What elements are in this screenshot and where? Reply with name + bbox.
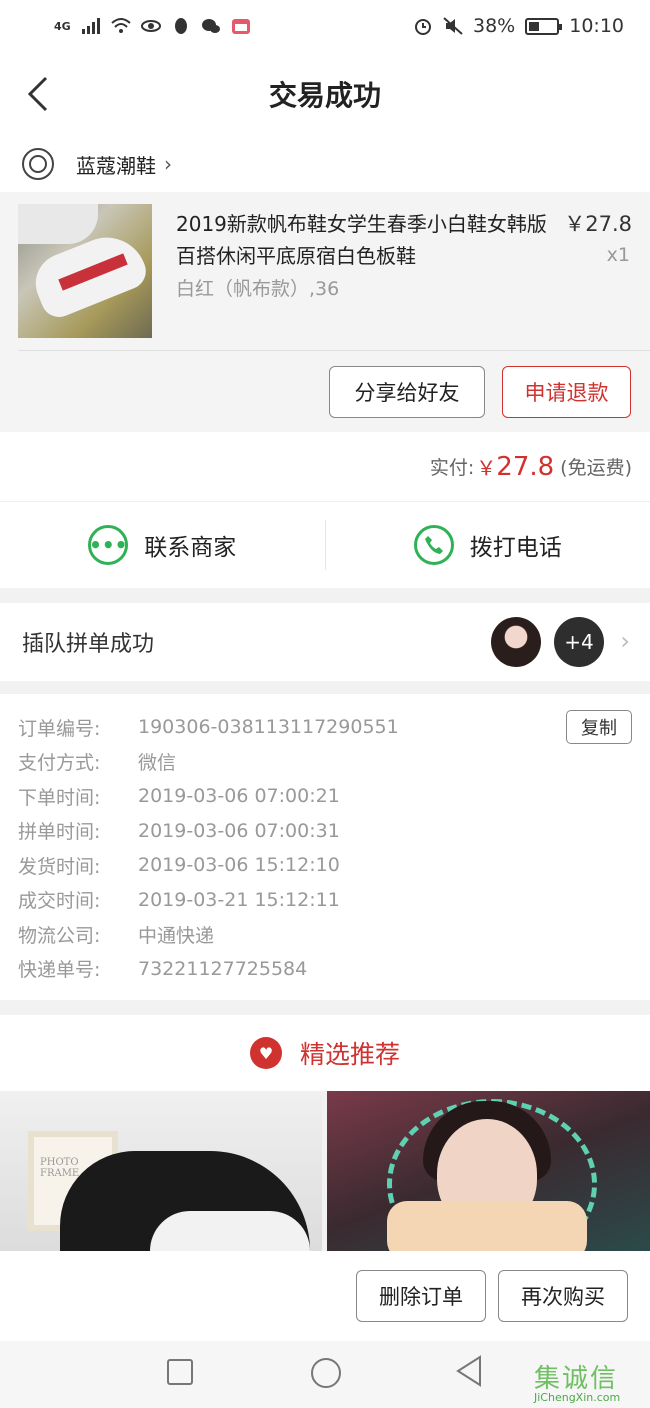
detail-label: 拼单时间: — [18, 821, 101, 844]
product-sku: 白红（帆布款）,36 — [176, 278, 340, 300]
detail-row: 下单时间: 2019-03-06 07:00:21 — [18, 779, 632, 814]
home-icon[interactable] — [311, 1358, 341, 1388]
contact-merchant-button[interactable]: ••• 联系商家 — [0, 502, 325, 588]
refund-button[interactable]: 申请退款 — [502, 366, 631, 418]
status-right: 38% 10:10 — [413, 15, 624, 37]
product-title: 2019新款帆布鞋女学生春季小白鞋女韩版百搭休闲平底原宿白色板鞋 — [176, 212, 547, 268]
payment-summary: 实付: ￥ 27.8 (免运费) — [0, 432, 650, 502]
signal-label: 4G — [54, 19, 71, 33]
buy-again-button[interactable]: 再次购买 — [498, 1270, 628, 1322]
recommend-title: 精选推荐 — [299, 1040, 400, 1069]
alarm-icon — [415, 19, 431, 35]
product-price: ￥27.8 — [564, 212, 632, 236]
group-buy-label: 插队拼单成功 — [22, 632, 155, 657]
copy-button[interactable]: 复制 — [566, 710, 632, 744]
heart-icon: ♥ — [249, 1037, 282, 1069]
contact-merchant-label: 联系商家 — [144, 535, 237, 561]
battery-level — [529, 21, 540, 31]
chevron-right-icon: › — [620, 627, 630, 655]
detail-row: 支付方式: 微信 — [18, 745, 632, 780]
ship-time: 2019-03-06 15:12:10 — [138, 854, 340, 877]
detail-row: 拼单时间: 2019-03-06 07:00:31 — [18, 814, 632, 849]
chevron-right-icon: › — [164, 152, 172, 176]
status-time: 10:10 — [569, 15, 624, 37]
detail-row: 成交时间: 2019-03-21 15:12:11 — [18, 883, 632, 918]
wifi-icon — [111, 18, 131, 33]
shipping-note: (免运费) — [560, 457, 632, 479]
avatar — [491, 617, 541, 667]
contact-bar: ••• 联系商家 拨打电话 — [0, 502, 650, 588]
watermark-text: 集诚信 — [534, 1364, 619, 1394]
product-quantity: x1 — [606, 244, 630, 266]
shop-name: 蓝蔻潮鞋 — [76, 153, 156, 178]
detail-row: 订单编号: 190306-038113117290551 — [18, 710, 632, 745]
detail-label: 发货时间: — [18, 855, 101, 878]
qq-icon — [174, 18, 187, 34]
chat-bubble-icon: ••• — [88, 525, 129, 565]
detail-label: 快递单号: — [18, 959, 101, 982]
call-phone-label: 拨打电话 — [469, 535, 562, 561]
status-bar: 4G 38% 10:10 — [0, 0, 650, 52]
action-bar: 删除订单 再次购买 — [0, 1251, 650, 1341]
signal-icon — [81, 18, 100, 34]
eye-icon — [140, 20, 161, 32]
nav-bar: 交易成功 — [0, 52, 650, 136]
shop-link[interactable]: 蓝蔻潮鞋 › — [0, 136, 650, 192]
group-buy-row[interactable]: 插队拼单成功 +4 › — [0, 603, 650, 681]
mute-icon — [443, 17, 463, 35]
payment-currency: ￥ — [476, 456, 497, 480]
battery-percent: 38% — [473, 15, 516, 37]
wechat-icon — [201, 19, 220, 33]
shop-logo-icon — [22, 148, 54, 180]
order-number: 190306-038113117290551 — [138, 716, 399, 739]
recent-apps-icon[interactable] — [167, 1359, 193, 1385]
battery-icon — [525, 17, 563, 35]
product-card[interactable]: 2019新款帆布鞋女学生春季小白鞋女韩版百搭休闲平底原宿白色板鞋 ￥27.8 x… — [0, 192, 650, 432]
calendar-icon — [231, 19, 250, 34]
detail-label: 下单时间: — [18, 786, 101, 809]
watermark-logo: 集诚信 JiChengXin.com — [534, 1358, 644, 1404]
back-arrow-icon[interactable] — [22, 72, 62, 116]
call-phone-button[interactable]: 拨打电话 — [326, 502, 650, 588]
share-button[interactable]: 分享给好友 — [329, 366, 485, 418]
detail-label: 物流公司: — [18, 924, 101, 947]
recommend-item-sneaker[interactable]: PHOTO FRAME — [0, 1091, 322, 1251]
logistics-company: 中通快递 — [138, 924, 215, 947]
recommend-item-portrait[interactable] — [327, 1091, 650, 1251]
tracking-number: 73221127725584 — [138, 957, 308, 980]
detail-label: 成交时间: — [18, 890, 101, 913]
detail-row: 物流公司: 中通快递 — [18, 917, 632, 952]
back-triangle-icon[interactable] — [454, 1354, 484, 1388]
detail-label: 支付方式: — [18, 752, 101, 775]
payment-amount: 27.8 — [496, 451, 555, 482]
page-title: 交易成功 — [268, 79, 381, 112]
more-members-badge: +4 — [554, 617, 604, 667]
phone-icon — [413, 525, 454, 565]
divider — [18, 350, 650, 351]
product-image[interactable] — [18, 204, 152, 338]
payment-label: 实付: — [429, 457, 475, 479]
order-time: 2019-03-06 07:00:21 — [138, 785, 340, 808]
group-time: 2019-03-06 07:00:31 — [138, 819, 340, 842]
order-details: 复制 订单编号: 190306-038113117290551 支付方式: 微信 下… — [0, 694, 650, 1000]
status-left: 4G — [54, 17, 251, 35]
detail-label: 订单编号: — [18, 717, 101, 740]
payment-method: 微信 — [138, 752, 177, 775]
detail-row: 快递单号: 73221127725584 — [18, 952, 632, 987]
deal-time: 2019-03-21 15:12:11 — [138, 888, 340, 911]
watermark-url: JiChengXin.com — [534, 1391, 621, 1404]
delete-order-button[interactable]: 删除订单 — [356, 1270, 486, 1322]
detail-row: 发货时间: 2019-03-06 15:12:10 — [18, 848, 632, 883]
recommend-header: ♥ 精选推荐 — [0, 1015, 650, 1091]
